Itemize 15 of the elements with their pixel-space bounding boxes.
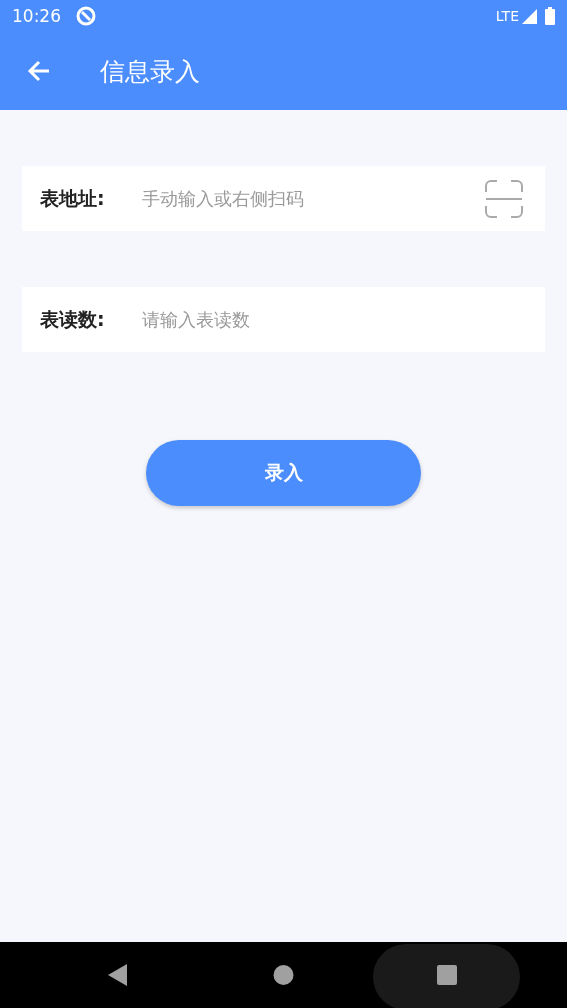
input-field[interactable]: 请输入表读数 xyxy=(142,299,523,340)
field-label: 表地址: xyxy=(40,185,106,211)
form-row[interactable]: 表读数: 请输入表读数 xyxy=(22,287,545,352)
back-button[interactable] xyxy=(26,58,52,84)
back-icon[interactable] xyxy=(107,963,129,987)
home-icon[interactable] xyxy=(273,963,294,987)
form-row[interactable]: 表地址: 手动输入或右侧扫码 xyxy=(22,166,545,231)
input-field[interactable]: 手动输入或右侧扫码 xyxy=(142,178,485,219)
status-time: 10:26 xyxy=(12,6,61,26)
signal-icon xyxy=(521,8,537,24)
field-label: 表读数: xyxy=(40,306,106,332)
network-type: LTE xyxy=(495,8,519,24)
page-title: 信息录入 xyxy=(100,55,200,88)
recents-icon[interactable] xyxy=(436,963,458,987)
battery-icon xyxy=(545,7,555,25)
